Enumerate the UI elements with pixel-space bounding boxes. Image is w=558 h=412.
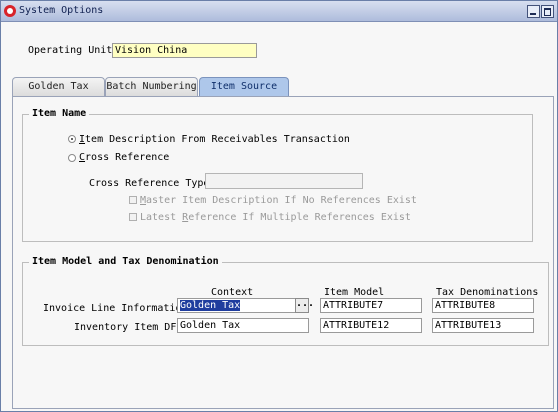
- minimize-icon[interactable]: [527, 5, 540, 18]
- master-text: aster Item Description If No References …: [146, 195, 417, 206]
- invoice-line-context-field[interactable]: Golden Tax: [177, 298, 296, 313]
- operating-unit-field[interactable]: Vision China: [112, 43, 257, 58]
- context-list-button[interactable]: ...: [295, 298, 314, 313]
- title-bar: System Options: [1, 1, 557, 22]
- invoice-line-tax-denomination-field[interactable]: ATTRIBUTE8: [432, 298, 534, 313]
- invoice-line-item-model-field[interactable]: ATTRIBUTE7: [320, 298, 422, 313]
- maximize-icon[interactable]: [541, 5, 554, 18]
- latest-text: eference If Multiple References Exist: [188, 212, 411, 223]
- cross-reference-type-label: Cross Reference Type: [89, 178, 210, 189]
- master-item-description-label: Master Item Description If No References…: [140, 195, 417, 206]
- latest-prefix: Latest: [140, 212, 183, 223]
- window-title: System Options: [19, 5, 104, 16]
- item-description-radio-label: Item Description From Receivables Transa…: [79, 134, 350, 145]
- context-header: Context: [211, 287, 254, 298]
- latest-reference-checkbox[interactable]: [129, 213, 137, 221]
- item-name-title: Item Name: [29, 108, 90, 119]
- cross-reference-text: ross Reference: [85, 152, 170, 163]
- master-item-description-checkbox[interactable]: [129, 196, 137, 204]
- tab-label: Batch Numbering: [106, 81, 197, 92]
- invoice-line-context-value: Golden Tax: [180, 300, 241, 311]
- operating-unit-label: Operating Unit: [28, 45, 113, 56]
- inventory-item-item-model-field[interactable]: ATTRIBUTE12: [320, 318, 422, 333]
- cross-reference-radio[interactable]: [68, 154, 76, 162]
- tab-batch-numbering[interactable]: Batch Numbering: [105, 77, 198, 96]
- cross-reference-type-field[interactable]: [205, 173, 363, 189]
- oracle-app-icon: [4, 5, 16, 17]
- tab-label: Golden Tax: [28, 81, 89, 92]
- item-model-header: Item Model: [324, 287, 385, 298]
- tab-item-source[interactable]: Item Source: [199, 77, 289, 96]
- cross-reference-radio-label: Cross Reference: [79, 152, 169, 163]
- invoice-line-information-label: Invoice Line Information: [43, 303, 188, 314]
- inventory-item-context-field[interactable]: Golden Tax: [177, 318, 309, 333]
- item-description-text: tem Description From Receivables Transac…: [85, 134, 350, 145]
- tab-golden-tax[interactable]: Golden Tax: [12, 77, 105, 96]
- tab-label: Item Source: [210, 81, 278, 92]
- item-description-radio[interactable]: [68, 135, 76, 143]
- inventory-item-dff-label: Inventory Item DFF: [74, 322, 183, 333]
- system-options-window: System Options Operating Unit Vision Chi…: [0, 0, 558, 412]
- tax-denominations-header: Tax Denominations: [436, 287, 539, 298]
- inventory-item-tax-denomination-field[interactable]: ATTRIBUTE13: [432, 318, 534, 333]
- item-model-title: Item Model and Tax Denomination: [29, 256, 222, 267]
- latest-reference-label: Latest Reference If Multiple References …: [140, 212, 411, 223]
